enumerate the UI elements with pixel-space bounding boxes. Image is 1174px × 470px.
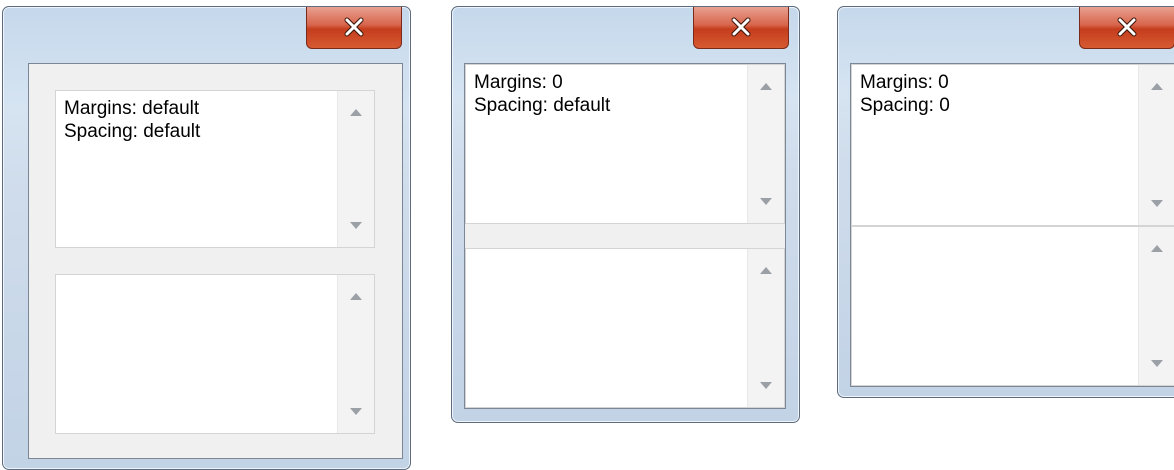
scroll-down-arrow-icon[interactable] xyxy=(350,222,362,229)
vertical-scrollbar[interactable] xyxy=(1138,65,1174,225)
text-pane-top[interactable]: Margins: 0 Spacing: default xyxy=(465,64,785,224)
window-margins-0-spacing-0: Margins: 0 Spacing: 0 xyxy=(837,6,1174,398)
close-button[interactable] xyxy=(1079,7,1174,49)
vertical-scrollbar[interactable] xyxy=(747,249,784,407)
close-button[interactable] xyxy=(306,7,402,49)
scroll-up-arrow-icon[interactable] xyxy=(1151,83,1163,90)
scroll-up-arrow-icon[interactable] xyxy=(760,83,772,90)
scroll-up-arrow-icon[interactable] xyxy=(760,267,772,274)
window-margins-default-spacing-default: Margins: default Spacing: default xyxy=(2,6,411,470)
close-icon xyxy=(731,17,751,37)
pane-text: Margins: default Spacing: default xyxy=(64,97,200,143)
pane-splitter[interactable] xyxy=(465,224,785,248)
client-area: Margins: 0 Spacing: default xyxy=(464,63,786,409)
vertical-scrollbar[interactable] xyxy=(1138,227,1174,385)
margins-line: Margins: 0 xyxy=(860,72,949,93)
vertical-scrollbar[interactable] xyxy=(747,65,784,223)
scroll-down-arrow-icon[interactable] xyxy=(1151,200,1163,207)
scroll-down-arrow-icon[interactable] xyxy=(350,408,362,415)
text-pane-bottom[interactable] xyxy=(851,226,1174,386)
scroll-down-arrow-icon[interactable] xyxy=(1151,360,1163,367)
margins-line: Margins: default xyxy=(64,98,200,119)
close-icon xyxy=(1117,17,1137,37)
scroll-down-arrow-icon[interactable] xyxy=(760,198,772,205)
margins-line: Margins: 0 xyxy=(474,72,563,93)
spacing-line: Spacing: default xyxy=(64,121,201,142)
text-pane-bottom[interactable] xyxy=(55,274,375,434)
client-area: Margins: default Spacing: default xyxy=(28,63,403,459)
close-button[interactable] xyxy=(693,7,789,49)
scroll-up-arrow-icon[interactable] xyxy=(1151,245,1163,252)
vertical-scrollbar[interactable] xyxy=(337,91,374,247)
scroll-down-arrow-icon[interactable] xyxy=(760,382,772,389)
spacing-line: Spacing: 0 xyxy=(860,95,950,116)
spacing-line: Spacing: default xyxy=(474,95,611,116)
close-icon xyxy=(344,17,364,37)
client-area: Margins: 0 Spacing: 0 xyxy=(850,63,1174,387)
pane-text: Margins: 0 Spacing: 0 xyxy=(860,71,950,117)
text-pane-top[interactable]: Margins: default Spacing: default xyxy=(55,90,375,248)
scroll-up-arrow-icon[interactable] xyxy=(350,293,362,300)
text-pane-bottom[interactable] xyxy=(465,248,785,408)
pane-text: Margins: 0 Spacing: default xyxy=(474,71,610,117)
vertical-scrollbar[interactable] xyxy=(337,275,374,433)
scroll-up-arrow-icon[interactable] xyxy=(350,109,362,116)
window-margins-0-spacing-default: Margins: 0 Spacing: default xyxy=(451,6,800,423)
text-pane-top[interactable]: Margins: 0 Spacing: 0 xyxy=(851,64,1174,226)
